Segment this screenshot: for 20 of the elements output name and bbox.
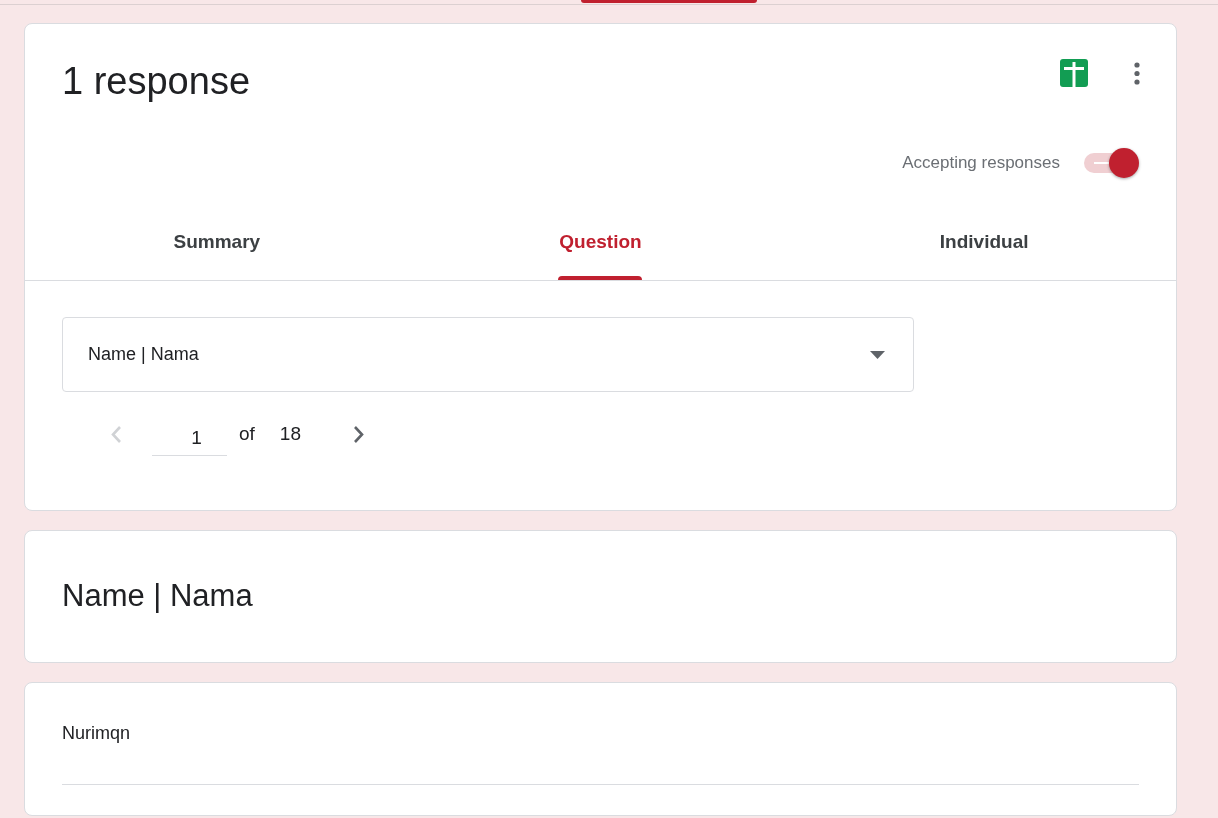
next-question-button[interactable]: [353, 424, 365, 444]
responses-title: 1 response: [62, 59, 250, 104]
response-tab[interactable]: Individual: [792, 212, 1176, 280]
response-tab[interactable]: Question: [408, 212, 793, 280]
cross-tile-icon: [1060, 59, 1088, 87]
question-dropdown[interactable]: Name | Nama: [62, 317, 914, 392]
spreadsheet-button[interactable]: [1060, 59, 1088, 87]
dropdown-caret-icon: [870, 350, 885, 359]
chevron-left-icon: [110, 424, 122, 444]
question-number-field[interactable]: 1: [152, 412, 227, 456]
more-options-icon: [1134, 61, 1140, 85]
more-options-button[interactable]: [1134, 61, 1140, 85]
chevron-right-icon: [353, 424, 365, 444]
accepting-responses-label: Accepting responses: [902, 153, 1060, 173]
of-label: of: [239, 423, 255, 445]
question-title: Name | Nama: [61, 577, 254, 615]
response-tab[interactable]: Summary: [25, 212, 409, 280]
answer-text: Nurimqn: [62, 722, 131, 745]
question-total: 18: [279, 423, 301, 445]
accepting-responses-toggle[interactable]: [1084, 147, 1140, 179]
